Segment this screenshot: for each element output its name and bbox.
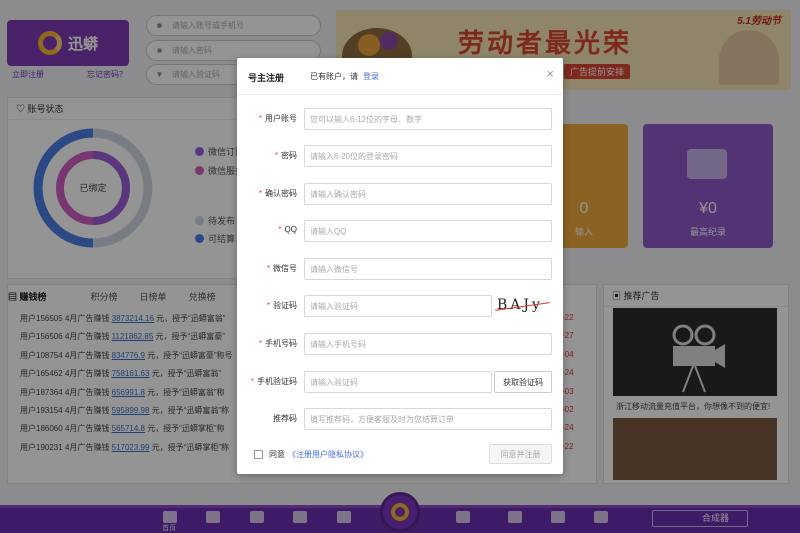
referral-input[interactable] xyxy=(304,408,552,430)
phone-input[interactable] xyxy=(304,333,552,355)
captcha-input[interactable] xyxy=(304,295,492,317)
field-qq: * QQ xyxy=(237,220,563,242)
field-sms-code: *手机验证码 获取验证码 xyxy=(237,371,563,393)
agreement-row: 同意 《注册用户隐私协议》 xyxy=(254,449,368,460)
close-icon[interactable]: × xyxy=(546,67,554,80)
field-confirm-password: * 确认密码 xyxy=(237,183,563,205)
get-sms-code-button[interactable]: 获取验证码 xyxy=(494,371,552,393)
agree-checkbox[interactable] xyxy=(254,450,263,459)
dialog-title: 号主注册 xyxy=(248,73,285,83)
password-input[interactable] xyxy=(304,145,552,167)
username-input[interactable] xyxy=(304,108,552,130)
captcha-image[interactable]: BAJy xyxy=(495,295,552,317)
agree-label: 同意 xyxy=(269,450,285,459)
wechat-input[interactable] xyxy=(304,258,552,280)
sms-code-input[interactable] xyxy=(304,371,492,393)
field-wechat: * 微信号 xyxy=(237,258,563,280)
privacy-protocol-link[interactable]: 《注册用户隐私协议》 xyxy=(288,449,368,460)
field-captcha: *验证码 BAJy xyxy=(237,295,563,317)
field-referral: 推荐码 xyxy=(237,408,563,430)
qq-input[interactable] xyxy=(304,220,552,242)
agree-register-button[interactable]: 同意并注册 xyxy=(489,444,552,464)
field-phone: * 手机号码 xyxy=(237,333,563,355)
has-account-text: 已有账户，请 xyxy=(310,72,358,81)
login-link[interactable]: 登录 xyxy=(363,71,379,82)
confirm-password-input[interactable] xyxy=(304,183,552,205)
field-password: * 密码 xyxy=(237,145,563,167)
dialog-header: 号主注册 已有账户，请 登录 × xyxy=(237,58,563,95)
register-dialog: 号主注册 已有账户，请 登录 × *用户账号 *密码 *确认密码 *QQ *微信… xyxy=(237,58,563,474)
field-username: * 用户账号 xyxy=(237,108,563,130)
